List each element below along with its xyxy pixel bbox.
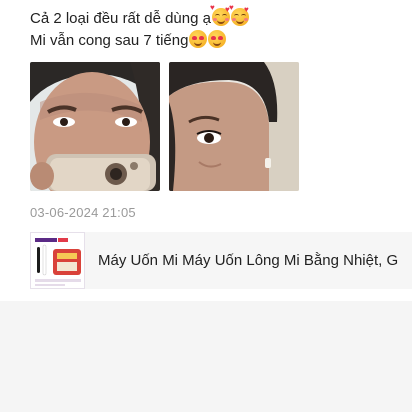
- heart-eyes-icon: [208, 30, 227, 48]
- product-name: Máy Uốn Mi Máy Uốn Lông Mi Bằng Nhiệt, G: [98, 252, 399, 269]
- review-line-1: Cả 2 loại đều rất dễ dùng ạ ♥ ♥ ♥ ♥: [30, 4, 400, 30]
- review-line-2-text: Mi vẫn cong sau 7 tiếng: [30, 32, 189, 49]
- product-link[interactable]: Máy Uốn Mi Máy Uốn Lông Mi Bằng Nhiệt, G: [30, 232, 412, 289]
- review-line-2: Mi vẫn cong sau 7 tiếng: [30, 30, 400, 52]
- review-card: Cả 2 loại đều rất dễ dùng ạ ♥ ♥ ♥ ♥ Mi vẫn c…: [0, 0, 412, 301]
- review-date: 03-06-2024 21:05: [30, 205, 136, 220]
- product-thumbnail: [30, 232, 85, 289]
- review-line-1-text: Cả 2 loại đều rất dễ dùng ạ: [30, 10, 211, 27]
- review-photo-2[interactable]: [169, 62, 299, 191]
- review-photo-1[interactable]: [30, 62, 160, 191]
- review-text: Cả 2 loại đều rất dễ dùng ạ ♥ ♥ ♥ ♥ Mi vẫn c…: [30, 4, 400, 52]
- smiling-face-with-hearts-icon: ♥ ♥: [229, 4, 249, 26]
- heart-eyes-icon: [189, 30, 208, 48]
- smiling-face-with-hearts-icon: ♥ ♥: [210, 4, 230, 26]
